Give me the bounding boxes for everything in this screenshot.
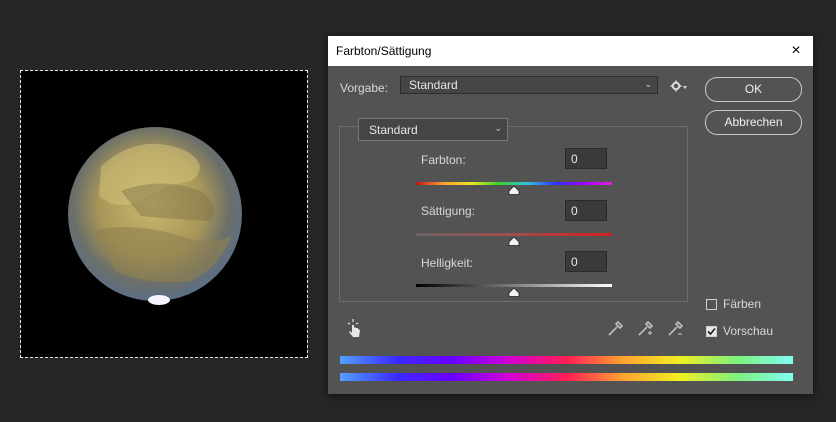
preset-dropdown[interactable]: Standard ⌄: [400, 76, 658, 94]
hue-slider-track[interactable]: [416, 182, 612, 185]
dialog-titlebar[interactable]: Farbton/Sättigung ×: [328, 36, 813, 66]
ok-button[interactable]: OK: [705, 77, 802, 102]
cancel-button[interactable]: Abbrechen: [705, 110, 802, 135]
channel-dropdown[interactable]: Standard ⌄: [358, 118, 508, 141]
hue-saturation-dialog: Farbton/Sättigung × Vorgabe: Standard ⌄ …: [328, 36, 813, 394]
preview-label: Vorschau: [723, 324, 774, 338]
channel-value: Standard: [369, 123, 418, 137]
saturation-label: Sättigung:: [421, 204, 476, 218]
gear-icon[interactable]: [670, 80, 688, 95]
hue-label: Farbton:: [421, 153, 466, 167]
output-color-bar: [340, 373, 793, 381]
adjustment-group: [339, 126, 688, 302]
close-icon[interactable]: ×: [785, 40, 807, 62]
eyedropper-icon[interactable]: [606, 318, 626, 338]
checkmark-icon: [707, 327, 716, 336]
saturation-input[interactable]: 0: [565, 200, 607, 221]
colorize-label: Färben: [723, 297, 762, 311]
chevron-down-icon: ⌄: [644, 79, 652, 89]
eyedropper-minus-icon[interactable]: [666, 318, 686, 338]
hand-target-icon[interactable]: [344, 318, 364, 338]
hue-input[interactable]: 0: [565, 148, 607, 169]
saturation-slider-track[interactable]: [416, 233, 612, 236]
preset-label: Vorgabe:: [340, 81, 389, 95]
eyedropper-plus-icon[interactable]: [636, 318, 656, 338]
dialog-title: Farbton/Sättigung: [336, 44, 432, 58]
input-color-bar: [340, 356, 793, 364]
colorize-checkbox[interactable]: [706, 299, 717, 310]
preset-value: Standard: [409, 78, 458, 92]
preview-checkbox[interactable]: [706, 326, 717, 337]
lightness-slider-track[interactable]: [416, 284, 612, 287]
lightness-input[interactable]: 0: [565, 251, 607, 272]
lightness-label: Helligkeit:: [421, 256, 474, 270]
chevron-down-icon: ⌄: [494, 123, 502, 133]
selection-marquee[interactable]: [20, 70, 308, 358]
